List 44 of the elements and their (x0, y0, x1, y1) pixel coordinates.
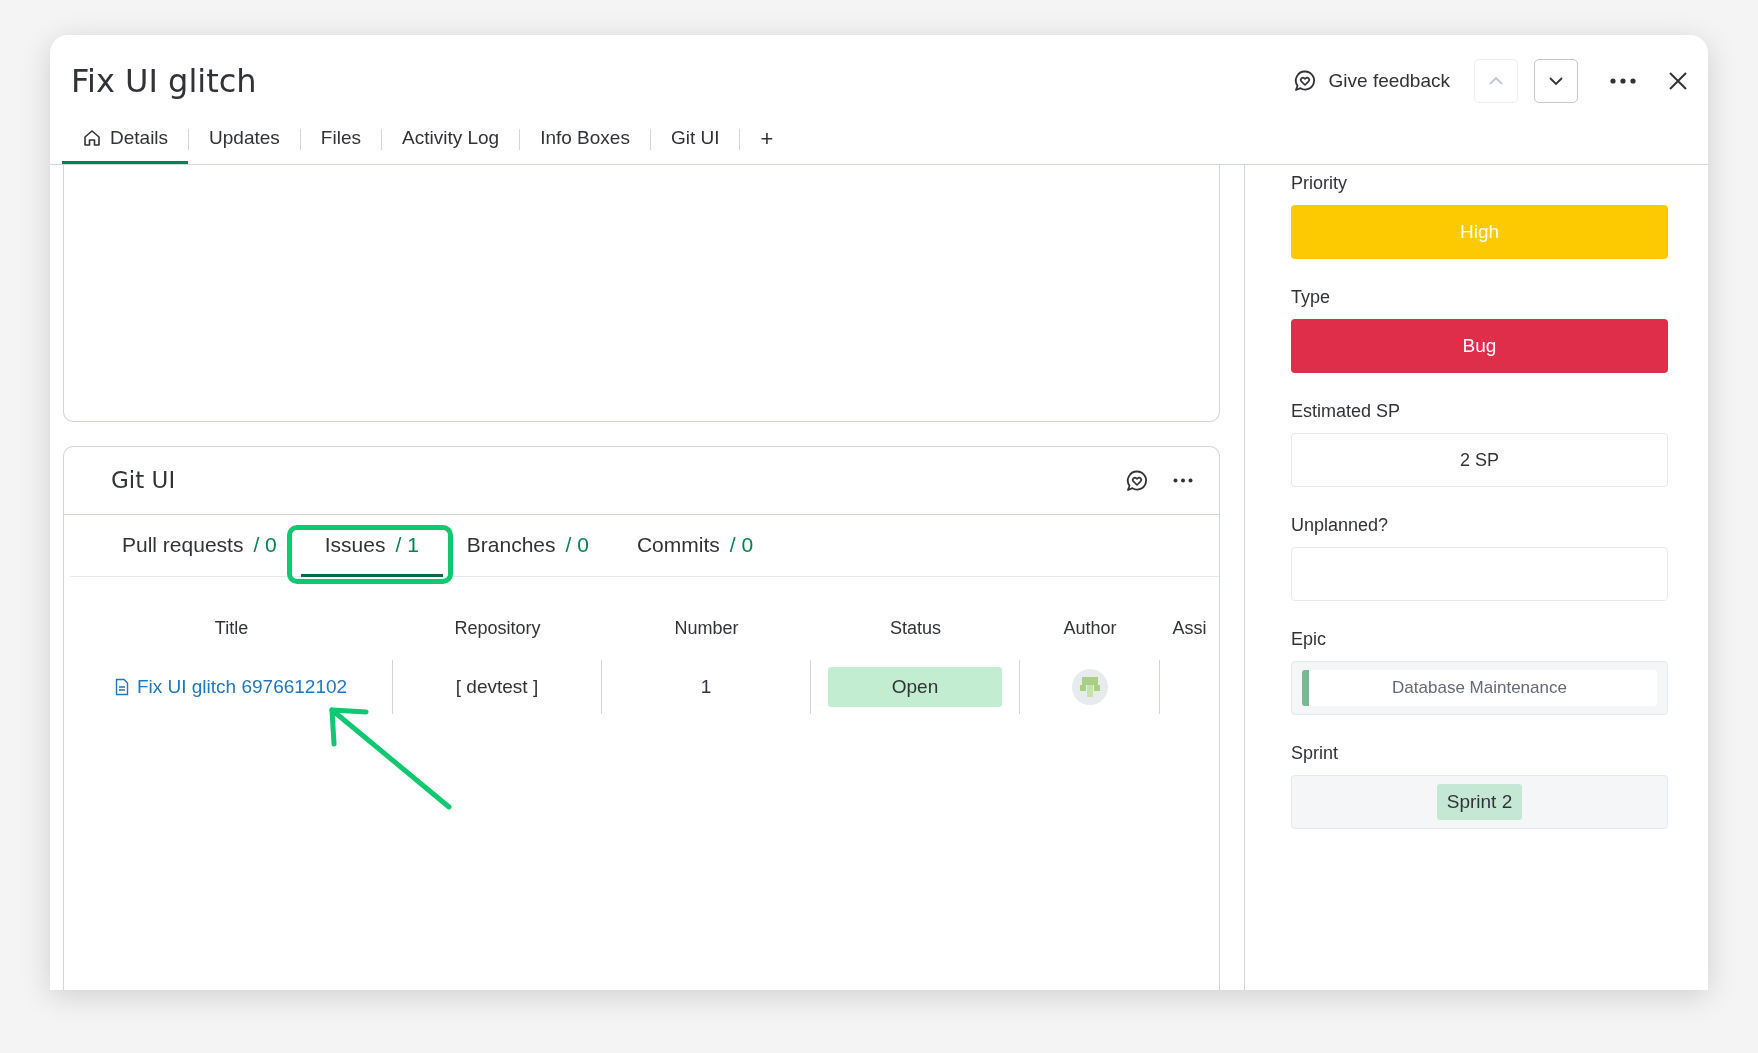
column-header: Assi (1171, 617, 1208, 640)
column-header: Title (213, 617, 250, 640)
issue-link[interactable]: Fix UI glitch 6976612102 (114, 672, 348, 702)
table-cell: [ devtest ] (393, 660, 602, 714)
input-field[interactable]: 2 SP (1291, 433, 1668, 487)
avatar-icon (1071, 669, 1108, 705)
home-icon (82, 128, 102, 148)
tab[interactable]: Pull requests / 0 (98, 515, 301, 577)
add-tab-button[interactable]: + (740, 115, 794, 164)
more-icon[interactable] (1173, 478, 1193, 483)
field-label: Priority (1291, 172, 1348, 195)
column-header: Repository (453, 617, 542, 640)
tab[interactable]: Info Boxes (520, 115, 650, 164)
tab[interactable]: Branches / 0 (442, 515, 613, 577)
field-label: Unplanned? (1291, 514, 1390, 537)
chevron-up-icon (1488, 76, 1504, 86)
tab[interactable]: Issues / 1 (300, 515, 443, 577)
input-field[interactable] (1291, 547, 1668, 601)
column-header: Number (673, 617, 740, 640)
table-cell: 1 (602, 660, 811, 714)
status-label: Open (828, 667, 1002, 707)
column-header: Status (889, 617, 942, 640)
sprint-tag: Sprint 2 (1436, 783, 1523, 821)
feedback-icon[interactable] (1125, 468, 1149, 493)
field-label: Epic (1291, 628, 1327, 651)
sprint-field[interactable]: Sprint 2 (1291, 775, 1668, 829)
tab[interactable]: Commits / 0 (612, 515, 778, 577)
column-header: Author (1062, 617, 1118, 640)
tab[interactable]: Activity Log (382, 115, 520, 164)
tab[interactable]: Updates (189, 115, 300, 164)
field-label: Estimated SP (1291, 400, 1402, 423)
tab[interactable]: Git UI (650, 115, 740, 164)
chevron-down-icon (1548, 76, 1564, 86)
epic-name: Database Maintenance (1392, 677, 1567, 700)
epic-field[interactable]: Database Maintenance (1291, 661, 1668, 715)
field-label: Sprint (1291, 742, 1340, 765)
status-field[interactable]: Bug (1291, 319, 1668, 373)
window-title: Fix UI glitch (71, 61, 257, 101)
give-feedback-button[interactable]: Give feedback (1292, 66, 1450, 96)
tab[interactable]: Files (300, 115, 381, 164)
feedback-icon (1292, 69, 1317, 93)
document-icon (114, 678, 129, 696)
field-label: Type (1291, 286, 1332, 309)
panel-title: Git UI (111, 466, 177, 495)
